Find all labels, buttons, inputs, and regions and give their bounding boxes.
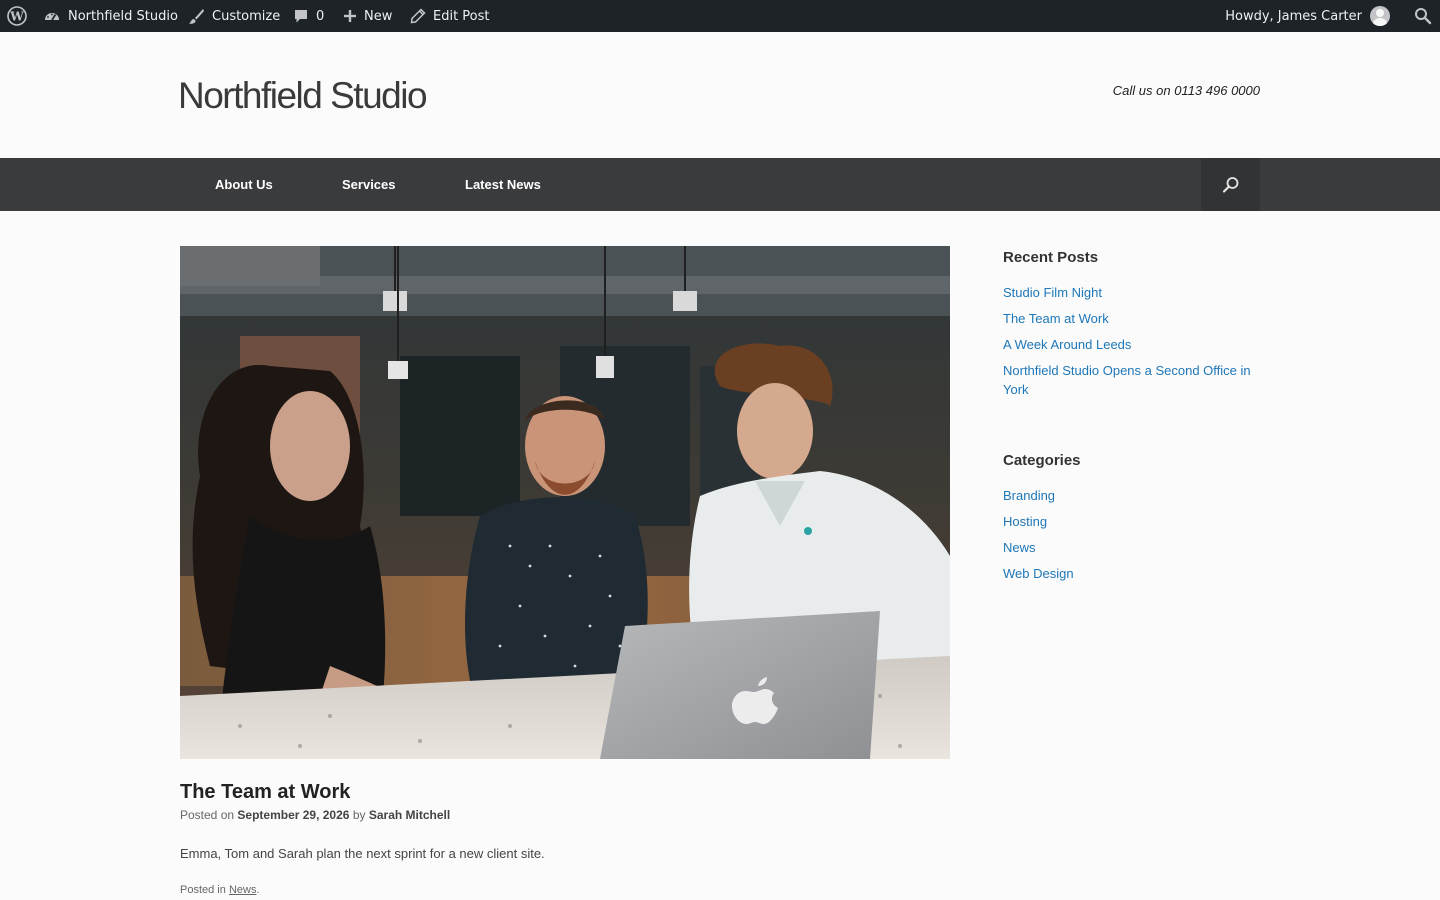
posted-in-label: Posted in bbox=[180, 884, 226, 896]
list-item: The Team at Work bbox=[1003, 309, 1263, 328]
recent-post-link[interactable]: Northfield Studio Opens a Second Office … bbox=[1003, 363, 1251, 397]
admin-bar: W Northfield Studio Customize 0 New Edit… bbox=[0, 0, 1440, 32]
post-author[interactable]: Sarah Mitchell bbox=[369, 808, 450, 822]
plus-icon bbox=[344, 10, 356, 22]
wordpress-logo-button[interactable]: W bbox=[7, 0, 27, 32]
list-item: Northfield Studio Opens a Second Office … bbox=[1003, 361, 1263, 399]
posted-on-label: Posted on bbox=[180, 808, 235, 822]
recent-post-link[interactable]: Studio Film Night bbox=[1003, 285, 1102, 300]
recent-post-link[interactable]: A Week Around Leeds bbox=[1003, 337, 1131, 352]
by-label: by bbox=[352, 808, 366, 822]
customize-label: Customize bbox=[212, 8, 281, 24]
site-header: Northfield Studio Call us on 0113 496 00… bbox=[0, 32, 1440, 158]
header-phone-text: Call us on 0113 496 0000 bbox=[1112, 83, 1260, 98]
categories-title: Categories bbox=[1003, 452, 1081, 469]
search-icon bbox=[1222, 176, 1238, 193]
recent-post-link[interactable]: The Team at Work bbox=[1003, 311, 1109, 326]
howdy-label: Howdy, James Carter bbox=[1225, 8, 1362, 24]
nav-search-button[interactable] bbox=[1201, 158, 1260, 211]
period: . bbox=[256, 884, 260, 896]
post-meta: Posted on September 29, 2026 by Sarah Mi… bbox=[180, 808, 450, 822]
category-link-hosting[interactable]: Hosting bbox=[1003, 514, 1047, 529]
wordpress-icon: W bbox=[7, 6, 27, 26]
pencil-icon bbox=[410, 8, 426, 24]
customize-link[interactable]: Customize bbox=[188, 0, 280, 32]
post-categories: Posted in News. bbox=[180, 884, 260, 896]
post-category-link[interactable]: News bbox=[229, 884, 257, 896]
list-item: Branding bbox=[1003, 486, 1263, 505]
avatar bbox=[1370, 6, 1390, 26]
paintbrush-icon bbox=[189, 8, 204, 24]
nav-item-about-us[interactable]: About Us bbox=[215, 158, 273, 211]
new-content-link[interactable]: New bbox=[343, 0, 392, 32]
list-item: News bbox=[1003, 538, 1263, 557]
nav-item-services[interactable]: Services bbox=[342, 158, 396, 211]
post-featured-image[interactable] bbox=[180, 246, 950, 759]
account-menu[interactable]: Howdy, James Carter bbox=[1225, 0, 1390, 32]
recent-posts-title: Recent Posts bbox=[1003, 249, 1099, 266]
category-link-news[interactable]: News bbox=[1003, 540, 1036, 555]
post-excerpt: Emma, Tom and Sarah plan the next sprint… bbox=[180, 846, 545, 861]
comments-link[interactable]: 0 bbox=[293, 0, 324, 32]
category-link-branding[interactable]: Branding bbox=[1003, 488, 1055, 503]
main-navigation: About Us Services Latest News bbox=[0, 158, 1440, 211]
search-icon bbox=[1415, 8, 1432, 25]
recent-posts-list: Studio Film Night The Team at Work A Wee… bbox=[1003, 283, 1263, 406]
list-item: Hosting bbox=[1003, 512, 1263, 531]
svg-text:W: W bbox=[9, 10, 24, 24]
categories-list: Branding Hosting News Web Design bbox=[1003, 486, 1263, 590]
team-at-work-photo bbox=[180, 246, 950, 759]
list-item: Studio Film Night bbox=[1003, 283, 1263, 302]
edit-post-link[interactable]: Edit Post bbox=[410, 0, 490, 32]
nav-item-latest-news[interactable]: Latest News bbox=[465, 158, 541, 211]
list-item: Web Design bbox=[1003, 564, 1263, 583]
dashboard-gauge-icon bbox=[45, 13, 59, 21]
admin-search-button[interactable] bbox=[1414, 0, 1432, 32]
comment-bubble-icon bbox=[295, 10, 307, 23]
site-title[interactable]: Northfield Studio bbox=[178, 75, 428, 117]
site-name-label: Northfield Studio bbox=[68, 8, 178, 24]
list-item: A Week Around Leeds bbox=[1003, 335, 1263, 354]
edit-post-label: Edit Post bbox=[433, 8, 490, 24]
category-link-web-design[interactable]: Web Design bbox=[1003, 566, 1074, 581]
site-name-link[interactable]: Northfield Studio bbox=[43, 0, 178, 32]
post-title[interactable]: The Team at Work bbox=[180, 781, 350, 804]
post-date[interactable]: September 29, 2026 bbox=[237, 808, 349, 822]
comments-count: 0 bbox=[316, 8, 325, 24]
new-label: New bbox=[364, 8, 393, 24]
